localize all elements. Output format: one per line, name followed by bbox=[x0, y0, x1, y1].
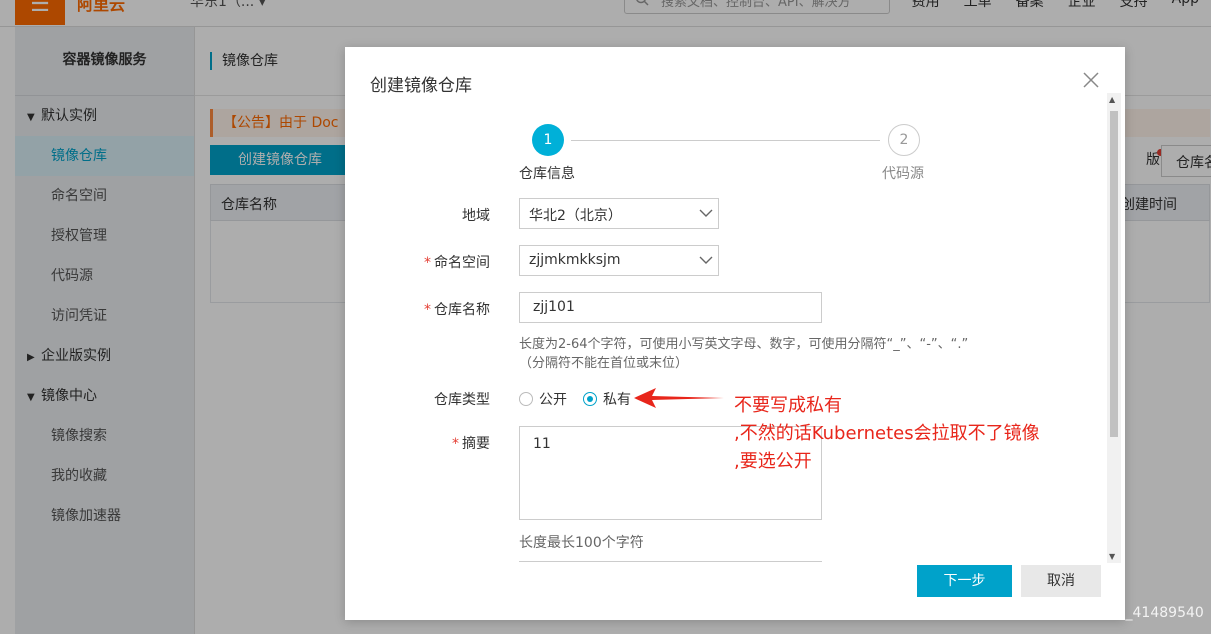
repo-name-label-text: 仓库名称 bbox=[434, 302, 490, 318]
repo-name-label: * 仓库名称 bbox=[370, 299, 490, 319]
namespace-value: zjjmkmkksjm bbox=[529, 252, 621, 268]
annotation-line-2: ,不然的话Kubernetes会拉取不了镜像 bbox=[734, 423, 1040, 444]
repo-type-label: 仓库类型 bbox=[370, 389, 490, 409]
radio-public[interactable] bbox=[519, 392, 533, 406]
step-2-label: 代码源 bbox=[882, 166, 924, 182]
region-select[interactable]: 华北2（北京） bbox=[519, 198, 719, 229]
step-connector bbox=[571, 140, 880, 141]
watermark: https://blog.csdn.net/qq_41489540 bbox=[958, 605, 1204, 621]
namespace-label: * 命名空间 bbox=[370, 252, 490, 272]
required-mark: * bbox=[452, 436, 459, 452]
repo-type-label-text: 仓库类型 bbox=[434, 392, 490, 408]
dialog-title: 创建镜像仓库 bbox=[370, 76, 472, 96]
scrollbar-thumb[interactable] bbox=[1110, 111, 1118, 437]
region-label: 地域 bbox=[370, 205, 490, 225]
radio-public-label[interactable]: 公开 bbox=[539, 389, 567, 409]
required-mark: * bbox=[424, 255, 431, 271]
repo-name-input[interactable]: zjj101 bbox=[519, 292, 822, 323]
namespace-label-text: 命名空间 bbox=[434, 255, 490, 271]
chevron-down-icon bbox=[698, 205, 713, 219]
create-repo-dialog: 创建镜像仓库 ▲ ▼ 1 2 仓库信息 代码源 地域 华北2（北京） * 命名空间… bbox=[345, 47, 1125, 620]
summary-label: * 摘要 bbox=[370, 433, 490, 453]
chevron-down-icon bbox=[698, 252, 713, 266]
radio-private-label[interactable]: 私有 bbox=[603, 389, 631, 409]
cancel-button[interactable]: 取消 bbox=[1021, 565, 1101, 597]
next-step-button[interactable]: 下一步 bbox=[917, 565, 1012, 597]
step-1-label: 仓库信息 bbox=[519, 166, 575, 182]
step-2-indicator: 2 bbox=[888, 124, 920, 156]
repo-name-hint-2: （分隔符不能在首位或末位） bbox=[519, 356, 689, 371]
radio-private[interactable] bbox=[583, 392, 597, 406]
summary-hint: 长度最长100个字符 bbox=[519, 535, 644, 551]
close-icon[interactable] bbox=[1082, 69, 1100, 93]
region-label-text: 地域 bbox=[462, 208, 490, 224]
namespace-select[interactable]: zjjmkmkksjm bbox=[519, 245, 719, 276]
required-mark: * bbox=[424, 302, 431, 318]
region-value: 华北2（北京） bbox=[529, 208, 622, 224]
annotation-line-1: 不要写成私有 bbox=[734, 395, 842, 416]
dialog-scrollbar[interactable]: ▲ ▼ bbox=[1107, 93, 1121, 563]
step-1-indicator: 1 bbox=[532, 124, 564, 156]
repo-name-hint-1: 长度为2-64个字符，可使用小写英文字母、数字，可使用分隔符“_”、“-”、“.… bbox=[519, 337, 969, 352]
annotation-line-3: ,要选公开 bbox=[734, 451, 812, 472]
annotation-arrow-icon bbox=[634, 388, 724, 408]
next-field-partial bbox=[519, 561, 822, 571]
summary-label-text: 摘要 bbox=[462, 436, 490, 452]
scroll-up-icon[interactable]: ▲ bbox=[1109, 95, 1115, 104]
scroll-down-icon[interactable]: ▼ bbox=[1109, 552, 1115, 561]
